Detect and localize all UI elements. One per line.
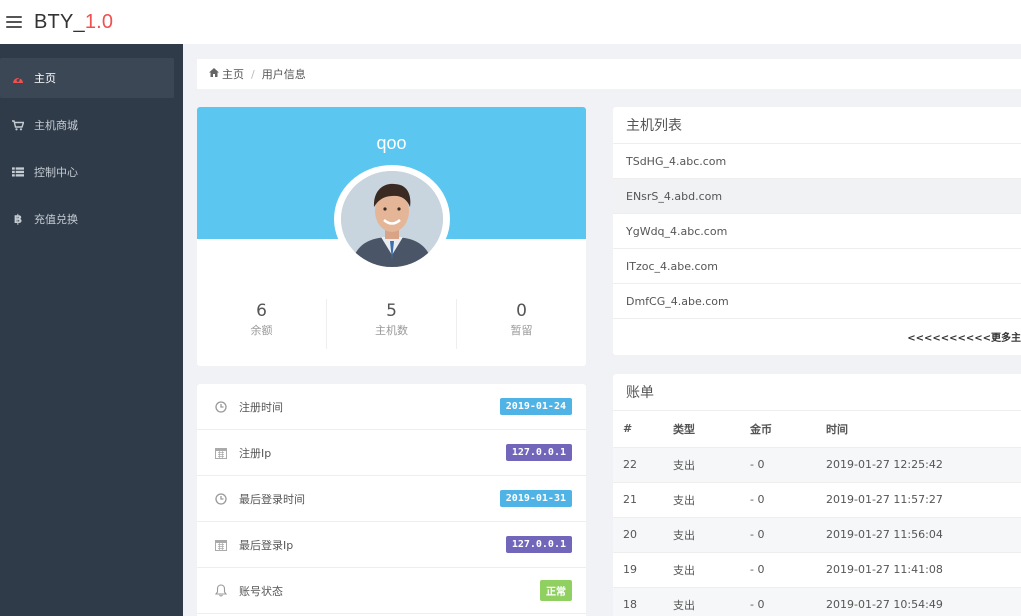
bitcoin-icon: ฿	[13, 212, 23, 226]
table-row: 22 支出 - 0 2019-01-27 12:25:42	[613, 447, 1021, 483]
host-list-item[interactable]: TSdHG_4.abc.com	[613, 144, 1021, 179]
host-list-item[interactable]: YgWdq_4.abc.com	[613, 214, 1021, 249]
info-row-register-time: 注册时间 2019-01-24	[197, 384, 586, 430]
info-label: 注册时间	[239, 400, 283, 414]
sidebar: 主页 主机商城 控制中心 ฿ 充值兑换	[0, 44, 183, 616]
table-cell: 22	[613, 447, 673, 483]
info-badge: 127.0.0.1	[505, 536, 572, 553]
top-bar: BTY_1.0	[0, 0, 1021, 44]
info-row-last-login-time: 最后登录时间 2019-01-31	[197, 476, 586, 522]
stat-value: 0	[516, 301, 527, 321]
info-row-account-status: 账号状态 正常	[197, 568, 586, 614]
info-row-register-ip: 注册Ip 127.0.0.1	[197, 430, 586, 476]
profile-username: qoo	[376, 133, 407, 153]
info-badge: 正常	[540, 580, 572, 601]
column-header: 时间	[826, 411, 1021, 448]
host-list-title: 主机列表	[613, 107, 1021, 144]
table-cell: 19	[613, 552, 673, 588]
table-cell: 支出	[673, 587, 750, 616]
sidebar-item-recharge[interactable]: ฿ 充值兑换	[0, 199, 183, 239]
info-badge: 127.0.0.1	[505, 444, 572, 461]
sidebar-item-label: 主页	[34, 72, 56, 85]
hamburger-menu-icon[interactable]	[6, 16, 22, 28]
profile-card: qoo 6 余额 5 主机数 0 暂留	[197, 107, 586, 366]
stat-label: 主机数	[375, 324, 408, 337]
table-cell: - 0	[750, 517, 826, 553]
sidebar-item-label: 充值兑换	[34, 213, 78, 226]
sidebar-item-label: 主机商城	[34, 119, 78, 132]
info-badge: 2019-01-31	[499, 490, 572, 507]
table-cell: 20	[613, 517, 673, 553]
table-cell: 支出	[673, 482, 750, 518]
column-header: 金币	[750, 411, 826, 448]
brand-name: BTY_	[34, 10, 85, 33]
sidebar-item-host-store[interactable]: 主机商城	[0, 105, 183, 145]
table-cell: - 0	[750, 587, 826, 616]
clock-icon	[214, 400, 228, 414]
stat-balance: 6 余额	[197, 299, 327, 349]
avatar	[334, 165, 450, 273]
breadcrumb-current: 用户信息	[261, 68, 306, 81]
stat-value: 6	[256, 301, 267, 321]
brand-version: 1.0	[84, 10, 114, 33]
table-cell: 支出	[673, 517, 750, 553]
home-icon	[209, 68, 219, 80]
table-row: 21 支出 - 0 2019-01-27 11:57:27	[613, 482, 1021, 518]
table-cell: 21	[613, 482, 673, 518]
table-cell: 2019-01-27 11:57:27	[826, 482, 1021, 518]
stat-label: 暂留	[510, 324, 533, 337]
bill-panel: 账单 # 类型 金币 时间 22 支出 - 0 2019-01-27 12:25…	[613, 374, 1021, 616]
table-row: 19 支出 - 0 2019-01-27 11:41:08	[613, 552, 1021, 588]
table-cell: 2019-01-27 11:41:08	[826, 552, 1021, 588]
info-label: 最后登录时间	[239, 492, 305, 506]
profile-stats: 6 余额 5 主机数 0 暂留	[197, 299, 586, 349]
info-row-last-login-ip: 最后登录Ip 127.0.0.1	[197, 522, 586, 568]
calendar-icon	[214, 446, 228, 460]
breadcrumb-home-link[interactable]: 主页	[222, 66, 244, 82]
table-cell: - 0	[750, 482, 826, 518]
breadcrumb: 主页 / 用户信息	[197, 59, 1021, 89]
table-row: 18 支出 - 0 2019-01-27 10:54:49	[613, 587, 1021, 616]
account-info-list: 注册时间 2019-01-24 注册Ip 127.0.0.1 最后登录时间 20…	[197, 384, 586, 616]
clock-icon	[214, 492, 228, 506]
stat-host-count: 5 主机数	[327, 299, 457, 349]
avatar-image	[341, 171, 443, 267]
sidebar-item-home[interactable]: 主页	[0, 58, 174, 98]
table-row: 20 支出 - 0 2019-01-27 11:56:04	[613, 517, 1021, 553]
info-label: 账号状态	[239, 584, 283, 598]
cart-icon	[12, 119, 24, 131]
table-header-row: # 类型 金币 时间	[613, 411, 1021, 448]
bill-title: 账单	[613, 374, 1021, 411]
more-hosts-link[interactable]: <<<<<<<<<<更多主	[613, 319, 1021, 354]
host-list-panel: 主机列表 TSdHG_4.abc.com ENsrS_4.abd.com YgW…	[613, 107, 1021, 355]
bell-icon	[214, 584, 228, 598]
info-badge: 2019-01-24	[499, 398, 572, 415]
brand-logo[interactable]: BTY_1.0	[34, 11, 113, 34]
table-cell: - 0	[750, 447, 826, 483]
sidebar-item-label: 控制中心	[34, 166, 78, 179]
table-cell: 2019-01-27 11:56:04	[826, 517, 1021, 553]
sidebar-item-control-center[interactable]: 控制中心	[0, 152, 183, 192]
table-cell: 18	[613, 587, 673, 616]
table-cell: 支出	[673, 447, 750, 483]
table-cell: - 0	[750, 552, 826, 588]
table-cell: 2019-01-27 10:54:49	[826, 587, 1021, 616]
table-cell: 支出	[673, 552, 750, 588]
bill-table: # 类型 金币 时间 22 支出 - 0 2019-01-27 12:25:42…	[613, 411, 1021, 616]
column-header: 类型	[673, 411, 750, 448]
host-list-item[interactable]: ENsrS_4.abd.com	[613, 179, 1021, 214]
stat-value: 5	[386, 301, 397, 321]
host-list-item[interactable]: DmfCG_4.abe.com	[613, 284, 1021, 319]
info-label: 注册Ip	[239, 446, 272, 460]
info-label: 最后登录Ip	[239, 538, 294, 552]
column-header: #	[613, 411, 673, 448]
table-cell: 2019-01-27 12:25:42	[826, 447, 1021, 483]
list-icon	[12, 166, 24, 178]
stat-reserved: 0 暂留	[457, 299, 586, 349]
host-list-item[interactable]: ITzoc_4.abe.com	[613, 249, 1021, 284]
dashboard-icon	[12, 72, 24, 84]
breadcrumb-separator: /	[251, 67, 255, 81]
calendar-icon	[214, 538, 228, 552]
stat-label: 余额	[250, 324, 273, 337]
